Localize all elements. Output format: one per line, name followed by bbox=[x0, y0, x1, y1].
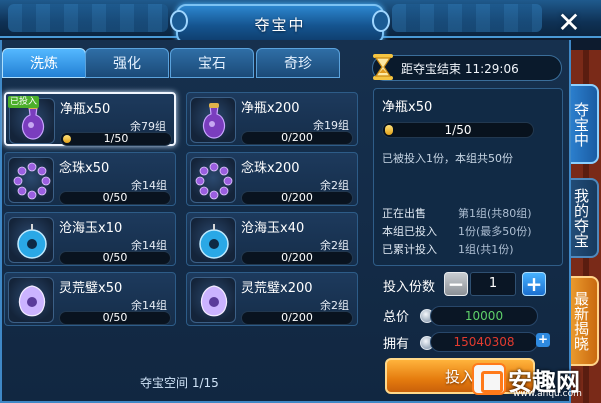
tab-label: 洗炼 bbox=[30, 56, 58, 72]
plus-icon: + bbox=[537, 332, 549, 346]
total-price-label: 总价 bbox=[383, 310, 410, 325]
title-ornament-right-icon bbox=[372, 10, 390, 32]
item-progress-text: 0/200 bbox=[281, 251, 313, 264]
item-progress-text: 0/200 bbox=[281, 191, 313, 204]
item-progress-bar: 0/200 bbox=[241, 311, 353, 325]
item-progress-bar: 0/200 bbox=[241, 191, 353, 205]
item-card[interactable]: 念珠x50 余14组 0/50 bbox=[4, 152, 176, 206]
item-progress-bar: 0/200 bbox=[241, 251, 353, 265]
item-card[interactable]: 灵荒璧x200 余2组 0/200 bbox=[186, 272, 358, 326]
invest-button-label: 投入 bbox=[444, 367, 475, 386]
purple-bottle-icon bbox=[10, 104, 56, 149]
item-progress-bar: 0/200 bbox=[241, 131, 353, 145]
item-name: 沧海玉x10 bbox=[59, 221, 123, 236]
detail-row-value: 1组(共1份) bbox=[458, 243, 514, 256]
detail-item-name: 净瓶x50 bbox=[382, 100, 433, 115]
item-name: 净瓶x50 bbox=[60, 102, 111, 117]
tab-enhance[interactable]: 强化 bbox=[85, 48, 169, 78]
item-thumbnail bbox=[190, 277, 236, 323]
tab-label: 宝石 bbox=[198, 56, 226, 72]
banner-decoration-left bbox=[8, 4, 168, 32]
tab-label: 强化 bbox=[113, 56, 141, 72]
item-progress-bar: 0/50 bbox=[59, 191, 171, 205]
total-price-value: 10000 bbox=[430, 306, 538, 326]
increase-quantity-button[interactable]: + bbox=[522, 272, 546, 296]
side-tab-label: 我的夺宝 bbox=[572, 188, 590, 248]
watermark-url: www.anqu.com bbox=[513, 389, 582, 399]
item-progress-text: 0/50 bbox=[102, 191, 128, 204]
watermark-logo-icon bbox=[472, 363, 506, 395]
item-progress-bar: 0/50 bbox=[59, 311, 171, 325]
decrease-quantity-button[interactable]: − bbox=[444, 272, 468, 296]
detail-row-label: 正在出售 bbox=[382, 207, 426, 220]
detail-row-label: 已累计投入 bbox=[382, 243, 437, 256]
seize-space-counter: 夺宝空间 1/15 bbox=[140, 376, 219, 390]
detail-progress-bar: 1/50 bbox=[382, 122, 534, 138]
tab-label: 奇珍 bbox=[284, 56, 312, 72]
countdown-label: 距夺宝结束 11:29:06 bbox=[401, 61, 519, 76]
purple-bottle-icon bbox=[191, 103, 237, 148]
quantity-input[interactable]: 1 bbox=[470, 272, 516, 296]
owned-value: 15040308 bbox=[430, 332, 538, 352]
item-thumbnail bbox=[190, 97, 236, 143]
detail-progress-text: 1/50 bbox=[444, 123, 472, 137]
close-button[interactable]: ✕ bbox=[553, 5, 585, 39]
item-card[interactable]: 念珠x200 余2组 0/200 bbox=[186, 152, 358, 206]
item-name: 净瓶x200 bbox=[241, 101, 300, 116]
item-progress-text: 0/200 bbox=[281, 311, 313, 324]
jade-pendant-icon bbox=[191, 224, 237, 268]
item-name: 念珠x200 bbox=[241, 161, 300, 176]
item-thumbnail bbox=[8, 277, 54, 323]
detail-row-value: 1份(最多50份) bbox=[458, 225, 532, 238]
invested-badge: 已投入 bbox=[8, 96, 40, 108]
detail-row-label: 本组已投入 bbox=[382, 225, 437, 238]
tab-rarities[interactable]: 奇珍 bbox=[256, 48, 340, 78]
item-progress-text: 0/50 bbox=[102, 251, 128, 264]
item-progress-text: 0/50 bbox=[102, 311, 128, 324]
item-name: 灵荒璧x50 bbox=[59, 281, 123, 296]
title-ornament-left-icon bbox=[170, 10, 188, 32]
prayer-beads-icon bbox=[9, 162, 55, 208]
banner-decoration-right bbox=[392, 4, 542, 32]
plus-icon: + bbox=[525, 272, 543, 296]
item-name: 沧海玉x40 bbox=[241, 221, 305, 236]
item-progress-text: 0/200 bbox=[281, 131, 313, 144]
item-card[interactable]: 灵荒璧x50 余14组 0/50 bbox=[4, 272, 176, 326]
item-name: 灵荒璧x200 bbox=[241, 281, 313, 296]
minus-icon: − bbox=[447, 272, 465, 296]
tab-gems[interactable]: 宝石 bbox=[170, 48, 254, 78]
window-title: 夺宝中 bbox=[254, 15, 306, 34]
item-card[interactable]: 净瓶x200 余19组 0/200 bbox=[186, 92, 358, 146]
item-progress-bar: 0/50 bbox=[59, 251, 171, 265]
item-progress-bar: 1/50 bbox=[60, 132, 172, 146]
item-card[interactable]: 沧海玉x40 余2组 0/200 bbox=[186, 212, 358, 266]
window-title-plate: 夺宝中 bbox=[176, 4, 384, 44]
detail-row-value: 第1组(共80组) bbox=[458, 207, 532, 220]
side-tab-label: 夺宝中 bbox=[572, 101, 590, 147]
item-name: 念珠x50 bbox=[59, 161, 110, 176]
tab-refine[interactable]: 洗炼 bbox=[2, 48, 86, 78]
item-progress-text: 1/50 bbox=[103, 132, 129, 145]
item-card[interactable]: 沧海玉x10 余14组 0/50 bbox=[4, 212, 176, 266]
item-card[interactable]: 净瓶x50 余79组 1/50 已投入 bbox=[4, 92, 176, 146]
spirit-disc-icon bbox=[191, 285, 237, 328]
item-thumbnail bbox=[190, 157, 236, 203]
item-thumbnail bbox=[8, 217, 54, 263]
detail-note: 已被投入1份，本组共50份 bbox=[382, 152, 513, 165]
item-thumbnail bbox=[8, 157, 54, 203]
jade-pendant-icon bbox=[9, 224, 55, 268]
spirit-disc-icon bbox=[9, 285, 55, 328]
close-icon: ✕ bbox=[557, 5, 581, 39]
add-currency-button[interactable]: + bbox=[536, 333, 550, 347]
side-tab-label: 最新揭晓 bbox=[572, 291, 590, 351]
hourglass-icon bbox=[373, 54, 393, 80]
owned-label: 拥有 bbox=[383, 337, 410, 352]
quantity-label: 投入份数 bbox=[383, 280, 436, 295]
item-thumbnail bbox=[190, 217, 236, 263]
prayer-beads-icon bbox=[191, 162, 237, 208]
countdown-timer: 距夺宝结束 11:29:06 bbox=[372, 55, 562, 81]
